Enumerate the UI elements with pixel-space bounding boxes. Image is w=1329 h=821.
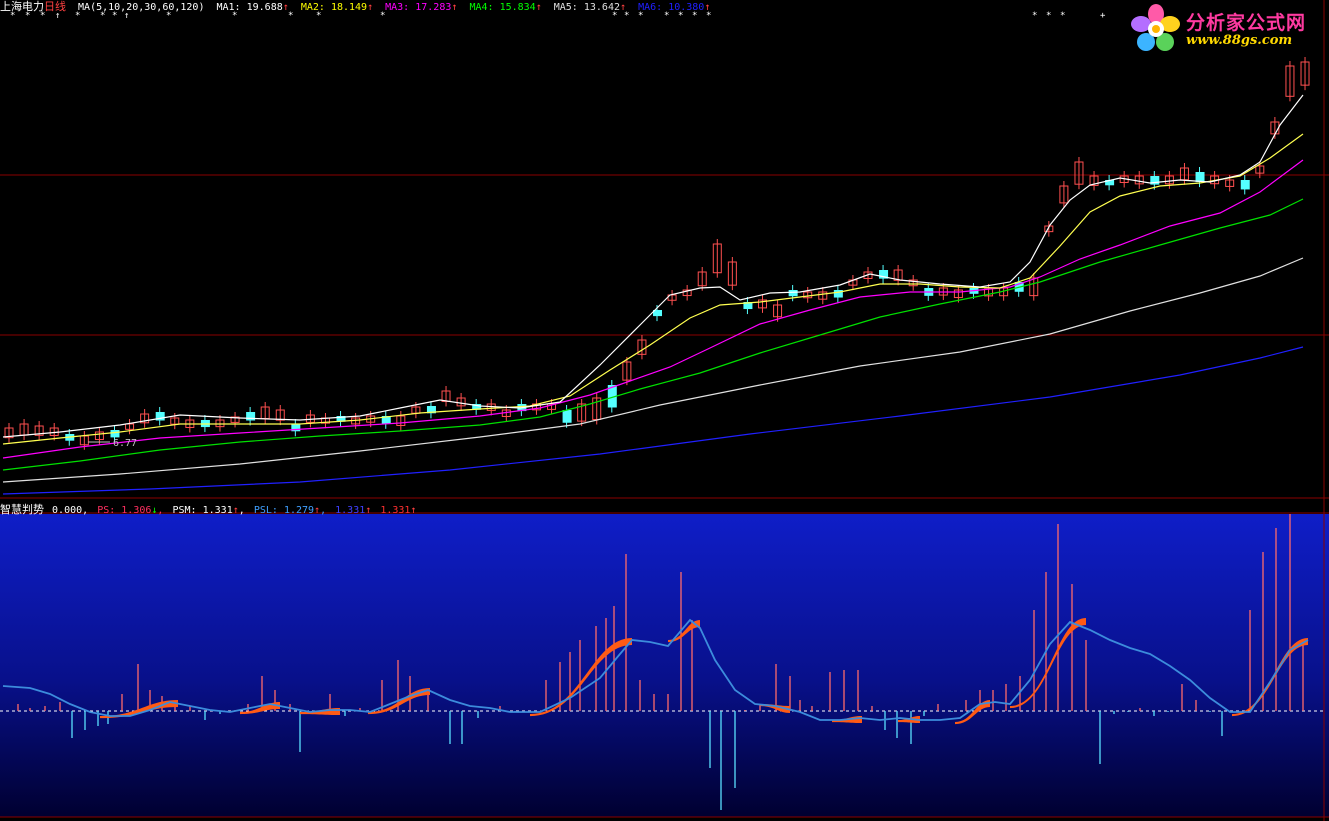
psl-readout: PSL: 1.279↑, bbox=[253, 505, 327, 516]
candle-down-body bbox=[562, 410, 572, 423]
signal-star-icon: * bbox=[612, 11, 618, 21]
signal-star-icon: * bbox=[380, 11, 386, 21]
site-watermark: 分析家公式网 www.88gs.com bbox=[1130, 2, 1326, 54]
extra-readout-2: 1.331↑ bbox=[380, 505, 417, 516]
watermark-title: 分析家公式网 bbox=[1186, 12, 1307, 34]
stock-chart-window: 6.77 上海电力日线 MA(5,10,20,30,60,120) MA1: 1… bbox=[0, 0, 1329, 821]
psm-readout: PSM: 1.331↑, bbox=[172, 505, 245, 516]
indicator-header: 智慧判势 0.000, PS: 1.306↓, PSM: 1.331↑, PSL… bbox=[0, 503, 422, 517]
signal-star-icon: * bbox=[25, 11, 31, 21]
indicator-value0: 0.000, bbox=[52, 505, 89, 516]
signal-star-icon: * bbox=[112, 11, 118, 21]
signal-star-icon: ↑ bbox=[124, 11, 130, 21]
signal-star-icon: * bbox=[624, 11, 630, 21]
signal-star-icon: * bbox=[10, 11, 16, 21]
indicator-name[interactable]: 智慧判势 bbox=[0, 503, 44, 516]
price-panel-background bbox=[0, 0, 1329, 498]
candle-down-body bbox=[1240, 180, 1250, 190]
ps-readout: PS: 1.306↓, bbox=[97, 505, 164, 516]
signal-star-icon: * bbox=[75, 11, 81, 21]
signal-star-icon: * bbox=[638, 11, 644, 21]
signal-star-icon: * bbox=[678, 11, 684, 21]
extra-readout-1: 1.331↑ bbox=[335, 505, 372, 516]
candle-down-body bbox=[110, 430, 120, 438]
signal-star-icon: * bbox=[316, 11, 322, 21]
signal-star-icon: * bbox=[1060, 11, 1066, 21]
indicator-panel-background bbox=[0, 514, 1329, 817]
signal-star-icon: * bbox=[706, 11, 712, 21]
signal-star-icon: ↑ bbox=[55, 11, 61, 21]
flower-logo-icon bbox=[1131, 4, 1180, 51]
signal-star-icon: * bbox=[692, 11, 698, 21]
signal-star-icon: * bbox=[100, 11, 106, 21]
signal-star-icon: * bbox=[1032, 11, 1038, 21]
signal-star-icon: * bbox=[232, 11, 238, 21]
signal-star-icon: * bbox=[288, 11, 294, 21]
chart-canvas[interactable]: 6.77 bbox=[0, 0, 1329, 821]
candle-down-body bbox=[246, 412, 256, 421]
low-price-label: 6.77 bbox=[113, 438, 137, 449]
candle-down-body bbox=[788, 290, 798, 297]
watermark-url: www.88gs.com bbox=[1186, 33, 1293, 48]
signal-star-icon: * bbox=[664, 11, 670, 21]
signal-star-icon: * bbox=[166, 11, 172, 21]
signal-star-icon: * bbox=[40, 11, 46, 21]
signal-star-icon: + bbox=[1100, 11, 1106, 21]
signal-star-icon: * bbox=[1046, 11, 1052, 21]
